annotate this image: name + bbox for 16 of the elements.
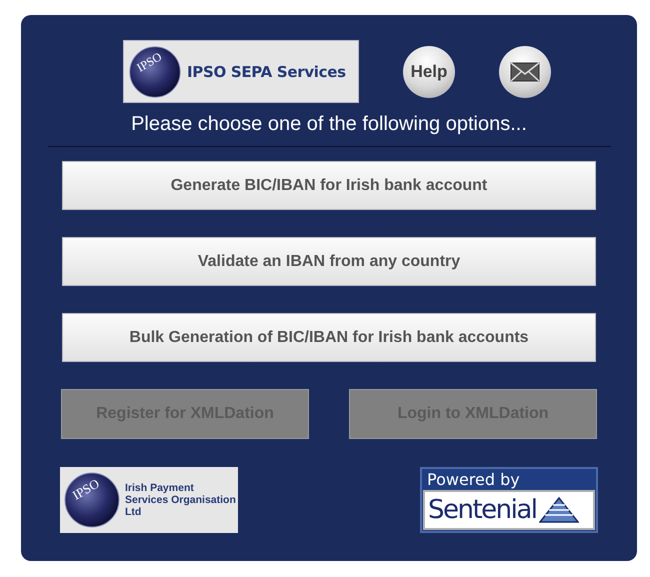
organisation-name: Irish Payment Services Organisation Ltd (125, 482, 237, 518)
help-button[interactable]: Help (403, 46, 455, 98)
globe-icon (129, 46, 181, 98)
option-button[interactable]: Bulk Generation of BIC/IBAN for Irish bank accounts (62, 313, 596, 362)
globe-icon (64, 472, 120, 528)
powered-by-text: Powered by (426, 469, 521, 490)
option-button[interactable]: Validate an IBAN from any country (62, 237, 596, 286)
logo-text: IPSO (70, 476, 102, 503)
envelope-icon (510, 62, 540, 82)
pyramid-icon (538, 496, 579, 524)
option-button[interactable]: Generate BIC/IBAN for Irish bank account (62, 161, 596, 210)
logo-title: IPSO SEPA Services (187, 62, 346, 80)
sentenial-name: Sentenial (428, 497, 537, 523)
prompt-heading: Please choose one of the following options... (131, 113, 527, 136)
email-button[interactable] (499, 46, 551, 98)
logo-text: IPSO (134, 48, 164, 74)
